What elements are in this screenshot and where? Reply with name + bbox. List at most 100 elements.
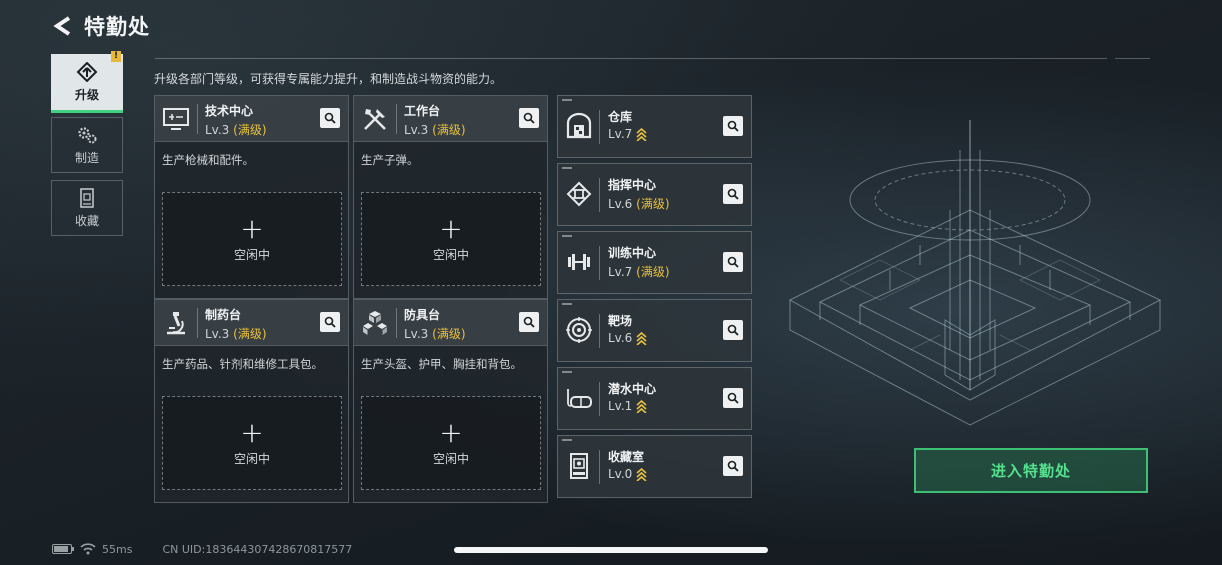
page-description: 升级各部门等级，可获得专属能力提升，和制造战斗物资的能力。 <box>154 72 503 86</box>
nav-item-upgrade[interactable]: ! 升级 <box>51 51 123 113</box>
separator <box>396 308 397 338</box>
room-row-shooting-range[interactable]: 靶场 Lv.6 <box>557 299 752 362</box>
facility-card-workbench[interactable]: 工作台 Lv.3 (满级) 生产子弹。 + 空闲中 <box>353 95 548 299</box>
nav-item-craft[interactable]: 制造 <box>51 117 123 173</box>
max-level-tag: (满级) <box>636 265 670 279</box>
production-slot[interactable]: + 空闲中 <box>162 192 342 286</box>
separator <box>599 246 600 280</box>
home-indicator[interactable] <box>454 547 768 553</box>
page-title: 特勤处 <box>84 15 150 39</box>
max-level-tag: (满级) <box>233 327 267 341</box>
wifi-icon <box>80 543 96 555</box>
nav-item-label: 收藏 <box>74 213 99 228</box>
target-icon <box>566 317 592 343</box>
monitor-icon <box>163 108 189 130</box>
header: 特勤处 <box>52 10 150 42</box>
search-icon <box>523 316 535 328</box>
search-icon <box>324 112 336 124</box>
base-hologram-illustration <box>788 120 1162 426</box>
room-level: Lv.0 <box>608 467 647 481</box>
inspect-button[interactable] <box>320 312 340 332</box>
separator <box>599 178 600 212</box>
room-name: 指挥中心 <box>608 178 657 192</box>
facility-description: 生产头盔、护甲、胸挂和背包。 <box>361 357 522 371</box>
facility-name: 制药台 <box>205 308 242 322</box>
search-icon <box>727 392 739 404</box>
inspect-button[interactable] <box>723 116 743 136</box>
inspect-button[interactable] <box>519 312 539 332</box>
inspect-button[interactable] <box>320 108 340 128</box>
facility-level: Lv.3 (满级) <box>205 123 267 137</box>
room-name: 收藏室 <box>608 450 645 464</box>
slot-status: 空闲中 <box>233 247 270 262</box>
room-row-warehouse[interactable]: 仓库 Lv.7 <box>557 95 752 158</box>
inspect-button[interactable] <box>723 184 743 204</box>
inspect-button[interactable] <box>723 320 743 340</box>
enter-special-ops-button[interactable]: 进入特勤处 <box>914 448 1148 493</box>
separator <box>197 308 198 338</box>
inspect-button[interactable] <box>519 108 539 128</box>
room-level: Lv.1 <box>608 399 647 413</box>
facility-description: 生产枪械和配件。 <box>162 153 254 167</box>
slot-status: 空闲中 <box>432 247 469 262</box>
room-row-training-center[interactable]: 训练中心 Lv.7 (满级) <box>557 231 752 294</box>
gears-icon <box>78 126 97 143</box>
chip-icon <box>566 181 592 207</box>
slot-status: 空闲中 <box>432 451 469 466</box>
facility-card-pharmacy[interactable]: 制药台 Lv.3 (满级) 生产药品、针剂和维修工具包。 + 空闲中 <box>154 299 349 503</box>
warehouse-icon <box>566 112 592 139</box>
tools-icon <box>364 109 386 130</box>
facility-description: 生产子弹。 <box>361 153 419 167</box>
nav-item-collection[interactable]: 收藏 <box>51 180 123 236</box>
corner-mark <box>562 235 572 237</box>
nav-item-label: 制造 <box>74 150 99 165</box>
upgrade-available-icon <box>636 127 647 141</box>
search-icon <box>324 316 336 328</box>
production-slot[interactable]: + 空闲中 <box>162 396 342 490</box>
status-bar: 55ms CN UID:183644307428670817577 <box>52 542 352 556</box>
plus-icon: + <box>439 211 463 245</box>
separator <box>599 314 600 348</box>
production-slot[interactable]: + 空闲中 <box>361 396 541 490</box>
inspect-button[interactable] <box>723 252 743 272</box>
max-level-tag: (满级) <box>432 123 466 137</box>
max-level-tag: (满级) <box>233 123 267 137</box>
room-row-collection-room[interactable]: 收藏室 Lv.0 <box>557 435 752 498</box>
facility-level: Lv.3 (满级) <box>404 327 466 341</box>
display-case-icon <box>570 453 588 479</box>
room-level: Lv.6 (满级) <box>608 196 670 212</box>
facility-card-armor-bench[interactable]: 防具台 Lv.3 (满级) 生产头盔、护甲、胸挂和背包。 + 空闲中 <box>353 299 548 503</box>
battery-icon <box>52 544 74 554</box>
search-icon <box>523 112 535 124</box>
search-icon <box>727 120 739 132</box>
facility-level: Lv.3 (满级) <box>404 123 466 137</box>
notification-badge: ! <box>111 51 121 62</box>
user-uid: CN UID:183644307428670817577 <box>162 542 353 556</box>
separator <box>599 110 600 144</box>
facility-name: 防具台 <box>404 308 441 322</box>
facility-name: 工作台 <box>404 104 441 118</box>
room-name: 靶场 <box>608 314 633 328</box>
room-name: 仓库 <box>608 110 633 124</box>
corner-mark <box>562 99 572 101</box>
facility-card-tech-center[interactable]: 技术中心 Lv.3 (满级) 生产枪械和配件。 + 空闲中 <box>154 95 349 299</box>
room-row-diving-center[interactable]: 潜水中心 Lv.1 <box>557 367 752 430</box>
side-nav: ! 升级 制造 收藏 <box>51 51 123 243</box>
room-row-command-center[interactable]: 指挥中心 Lv.6 (满级) <box>557 163 752 226</box>
divider <box>155 58 1107 59</box>
slot-status: 空闲中 <box>233 451 270 466</box>
dumbbell-icon <box>568 254 590 270</box>
room-level: Lv.7 (满级) <box>608 264 670 280</box>
production-slot[interactable]: + 空闲中 <box>361 192 541 286</box>
upgrade-available-icon <box>636 467 647 481</box>
separator <box>197 104 198 134</box>
facility-description: 生产药品、针剂和维修工具包。 <box>162 357 323 371</box>
inspect-button[interactable] <box>723 388 743 408</box>
room-level: Lv.6 <box>608 331 647 345</box>
inspect-button[interactable] <box>723 456 743 476</box>
upgrade-icon <box>76 61 98 82</box>
back-arrow-icon[interactable] <box>52 15 72 37</box>
card-header: 防具台 Lv.3 (满级) <box>354 300 547 346</box>
diving-mask-icon <box>567 389 592 408</box>
divider <box>1115 58 1150 59</box>
